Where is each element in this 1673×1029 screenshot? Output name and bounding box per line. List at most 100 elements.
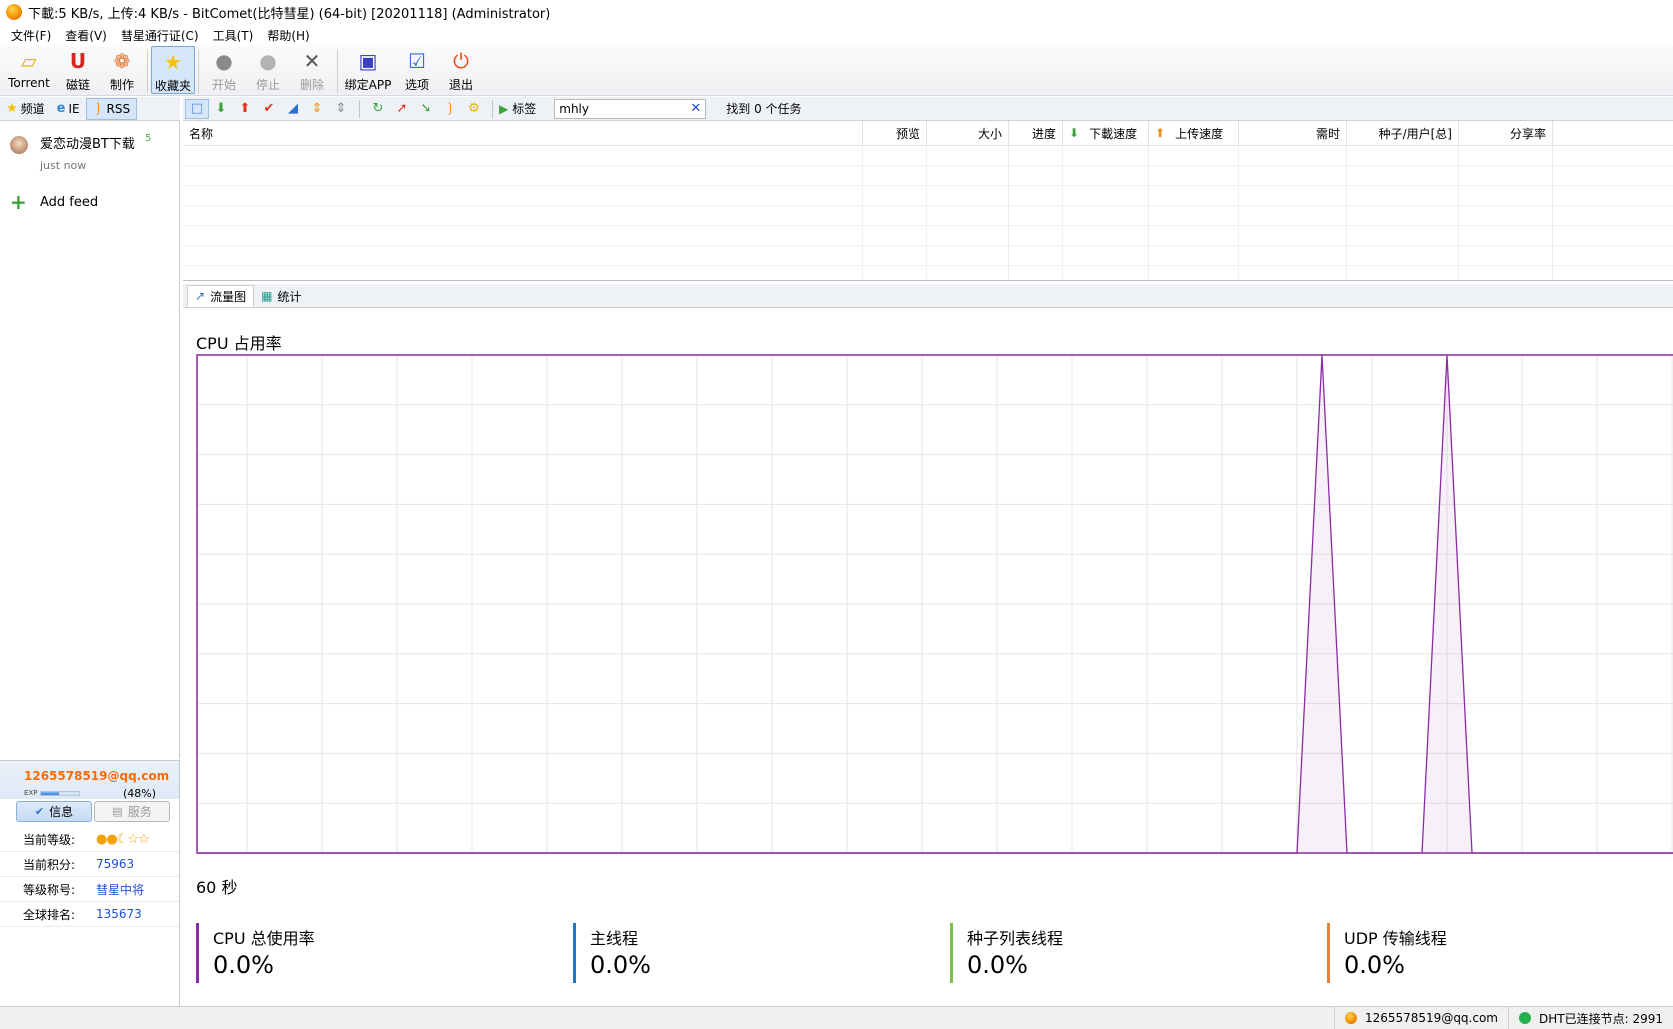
table-cell <box>183 266 863 280</box>
table-cell <box>1347 186 1459 205</box>
col-seeds-peers[interactable]: 种子/用户[总] <box>1347 121 1459 145</box>
tab-ie[interactable]: e IE <box>51 98 86 120</box>
feed-avatar-icon <box>10 136 28 154</box>
table-cell <box>1347 146 1459 165</box>
col-size[interactable]: 大小 <box>927 121 1009 145</box>
tag-filter-button[interactable]: ▶ 标签 <box>499 100 536 117</box>
table-cell <box>1459 246 1553 265</box>
priority-down-icon[interactable]: ⇕ <box>329 99 353 119</box>
table-cell <box>1459 266 1553 280</box>
table-cell <box>863 186 927 205</box>
status-dht[interactable]: DHT已连接节点: 2991 <box>1508 1007 1673 1029</box>
table-row <box>183 266 1673 280</box>
menu-file[interactable]: 文件(F) <box>4 27 58 44</box>
import-icon[interactable]: ➘ <box>414 99 438 119</box>
window-title: 下載:5 KB/s, 上传:4 KB/s - BitComet(比特彗星) (6… <box>28 6 551 22</box>
rss-feed-item[interactable]: 爱恋动漫BT下载 5 just now <box>8 131 173 179</box>
col-download-speed[interactable]: ⬇ 下載速度 <box>1063 121 1149 145</box>
play-icon: ● <box>215 49 233 73</box>
add-feed-button[interactable]: + Add feed <box>10 192 98 212</box>
exit-button[interactable]: ⏻ 退出 <box>439 46 483 94</box>
options-button[interactable]: ☑ 选项 <box>395 46 439 94</box>
graph-tabs: ↗ 流量图 ▦ 统计 <box>183 284 1673 308</box>
tab-rss[interactable]: ❳ RSS <box>85 97 138 120</box>
select-all-icon[interactable]: □ <box>185 98 209 119</box>
table-cell <box>1063 146 1149 165</box>
table-cell <box>863 166 927 185</box>
move-up-icon[interactable]: ⬆ <box>233 99 257 119</box>
col-time-left[interactable]: 需时 <box>1239 121 1347 145</box>
col-upload-speed[interactable]: ⬆ 上传速度 <box>1149 121 1239 145</box>
user-tabs: ✔ 信息 ▤ 服务 <box>16 801 172 822</box>
dht-connected-icon <box>1519 1012 1531 1024</box>
table-cell <box>183 166 863 185</box>
table-cell <box>1063 266 1149 280</box>
table-cell <box>1149 206 1239 225</box>
make-torrent-button[interactable]: ❁ 制作 <box>100 46 144 94</box>
refresh-icon[interactable]: ↻ <box>366 99 390 119</box>
magnet-button[interactable]: U 磁链 <box>56 46 100 94</box>
rss-settings-icon[interactable]: ⚙ <box>462 99 486 119</box>
menu-help[interactable]: 帮助(H) <box>260 27 316 44</box>
chart-x-label: 60 秒 <box>196 878 238 897</box>
table-row <box>183 246 1673 266</box>
toolbar-separator <box>198 49 199 93</box>
col-progress[interactable]: 进度 <box>1009 121 1063 145</box>
export-icon[interactable]: ➚ <box>390 99 414 119</box>
menu-view[interactable]: 查看(V) <box>58 27 114 44</box>
menu-bar: 文件(F) 查看(V) 彗星通行证(C) 工具(T) 帮助(H) <box>0 24 1673 46</box>
tab-user-info[interactable]: ✔ 信息 <box>16 801 92 822</box>
toolbar-separator <box>147 49 148 93</box>
rss-download-icon[interactable]: ❳ <box>438 99 462 119</box>
start-button[interactable]: ● 开始 <box>202 46 246 94</box>
menu-tools[interactable]: 工具(T) <box>206 27 261 44</box>
table-cell <box>1009 146 1063 165</box>
table-cell <box>1459 206 1553 225</box>
tab-channels[interactable]: ★ 频道 <box>0 98 51 120</box>
table-cell <box>927 266 1009 280</box>
tab-traffic-graph[interactable]: ↗ 流量图 <box>187 285 255 307</box>
table-cell <box>1239 246 1347 265</box>
user-email[interactable]: 1265578519@qq.com <box>24 769 169 783</box>
delete-button[interactable]: ✕ 删除 <box>290 46 334 94</box>
graph-panel: CPU 占用率 60 秒 CPU 总使用率 0.0% 主线程 0.0% 种子列表… <box>183 308 1673 1005</box>
bind-app-button[interactable]: ▣ 绑定APP <box>341 46 395 94</box>
stop-button[interactable]: ● 停止 <box>246 46 290 94</box>
move-down-icon[interactable]: ⬇ <box>209 99 233 119</box>
table-row <box>183 166 1673 186</box>
power-icon: ⏻ <box>453 49 469 73</box>
table-cell <box>1149 186 1239 205</box>
delete-x-icon: ✕ <box>303 49 321 73</box>
folder-icon[interactable]: ◢ <box>281 99 305 119</box>
status-account[interactable]: 1265578519@qq.com <box>1333 1007 1508 1029</box>
search-value: mhly <box>559 101 589 116</box>
col-name[interactable]: 名称 <box>183 121 863 145</box>
table-cell <box>927 206 1009 225</box>
table-cell <box>1347 206 1459 225</box>
service-icon: ▤ <box>112 805 123 818</box>
options-icon: ☑ <box>408 49 426 73</box>
user-info-list: 当前等级: ●●☾☆☆ 当前积分: 75963 等级称号: 彗星中将 全球排名:… <box>0 827 179 927</box>
table-cell <box>1009 226 1063 245</box>
col-preview[interactable]: 预览 <box>863 121 927 145</box>
legend-udp-thread: UDP 传输线程 0.0% <box>1327 923 1447 983</box>
user-panel: 1265578519@qq.com EXP (48%) ✔ 信息 ▤ 服务 当前… <box>0 760 180 1006</box>
table-cell <box>183 226 863 245</box>
table-cell <box>1347 166 1459 185</box>
favorites-button[interactable]: ★ 收藏夹 <box>151 46 195 94</box>
table-cell <box>1009 166 1063 185</box>
user-rank-row: 全球排名: 135673 <box>0 902 179 927</box>
tab-user-service[interactable]: ▤ 服务 <box>94 801 170 822</box>
clear-search-icon[interactable]: ✕ <box>690 100 701 118</box>
col-share-ratio[interactable]: 分享率 <box>1459 121 1553 145</box>
priority-up-icon[interactable]: ⇕ <box>305 99 329 119</box>
menu-passport[interactable]: 彗星通行证(C) <box>114 27 206 44</box>
check-icon[interactable]: ✔ <box>257 99 281 119</box>
search-input[interactable]: mhly ✕ <box>554 98 707 119</box>
table-cell <box>1063 246 1149 265</box>
torrent-button[interactable]: ▱ Torrent <box>2 46 56 94</box>
table-cell <box>863 266 927 280</box>
tab-statistics[interactable]: ▦ 统计 <box>254 285 309 307</box>
table-cell <box>863 206 927 225</box>
bitcomet-logo-icon <box>1344 1012 1357 1024</box>
